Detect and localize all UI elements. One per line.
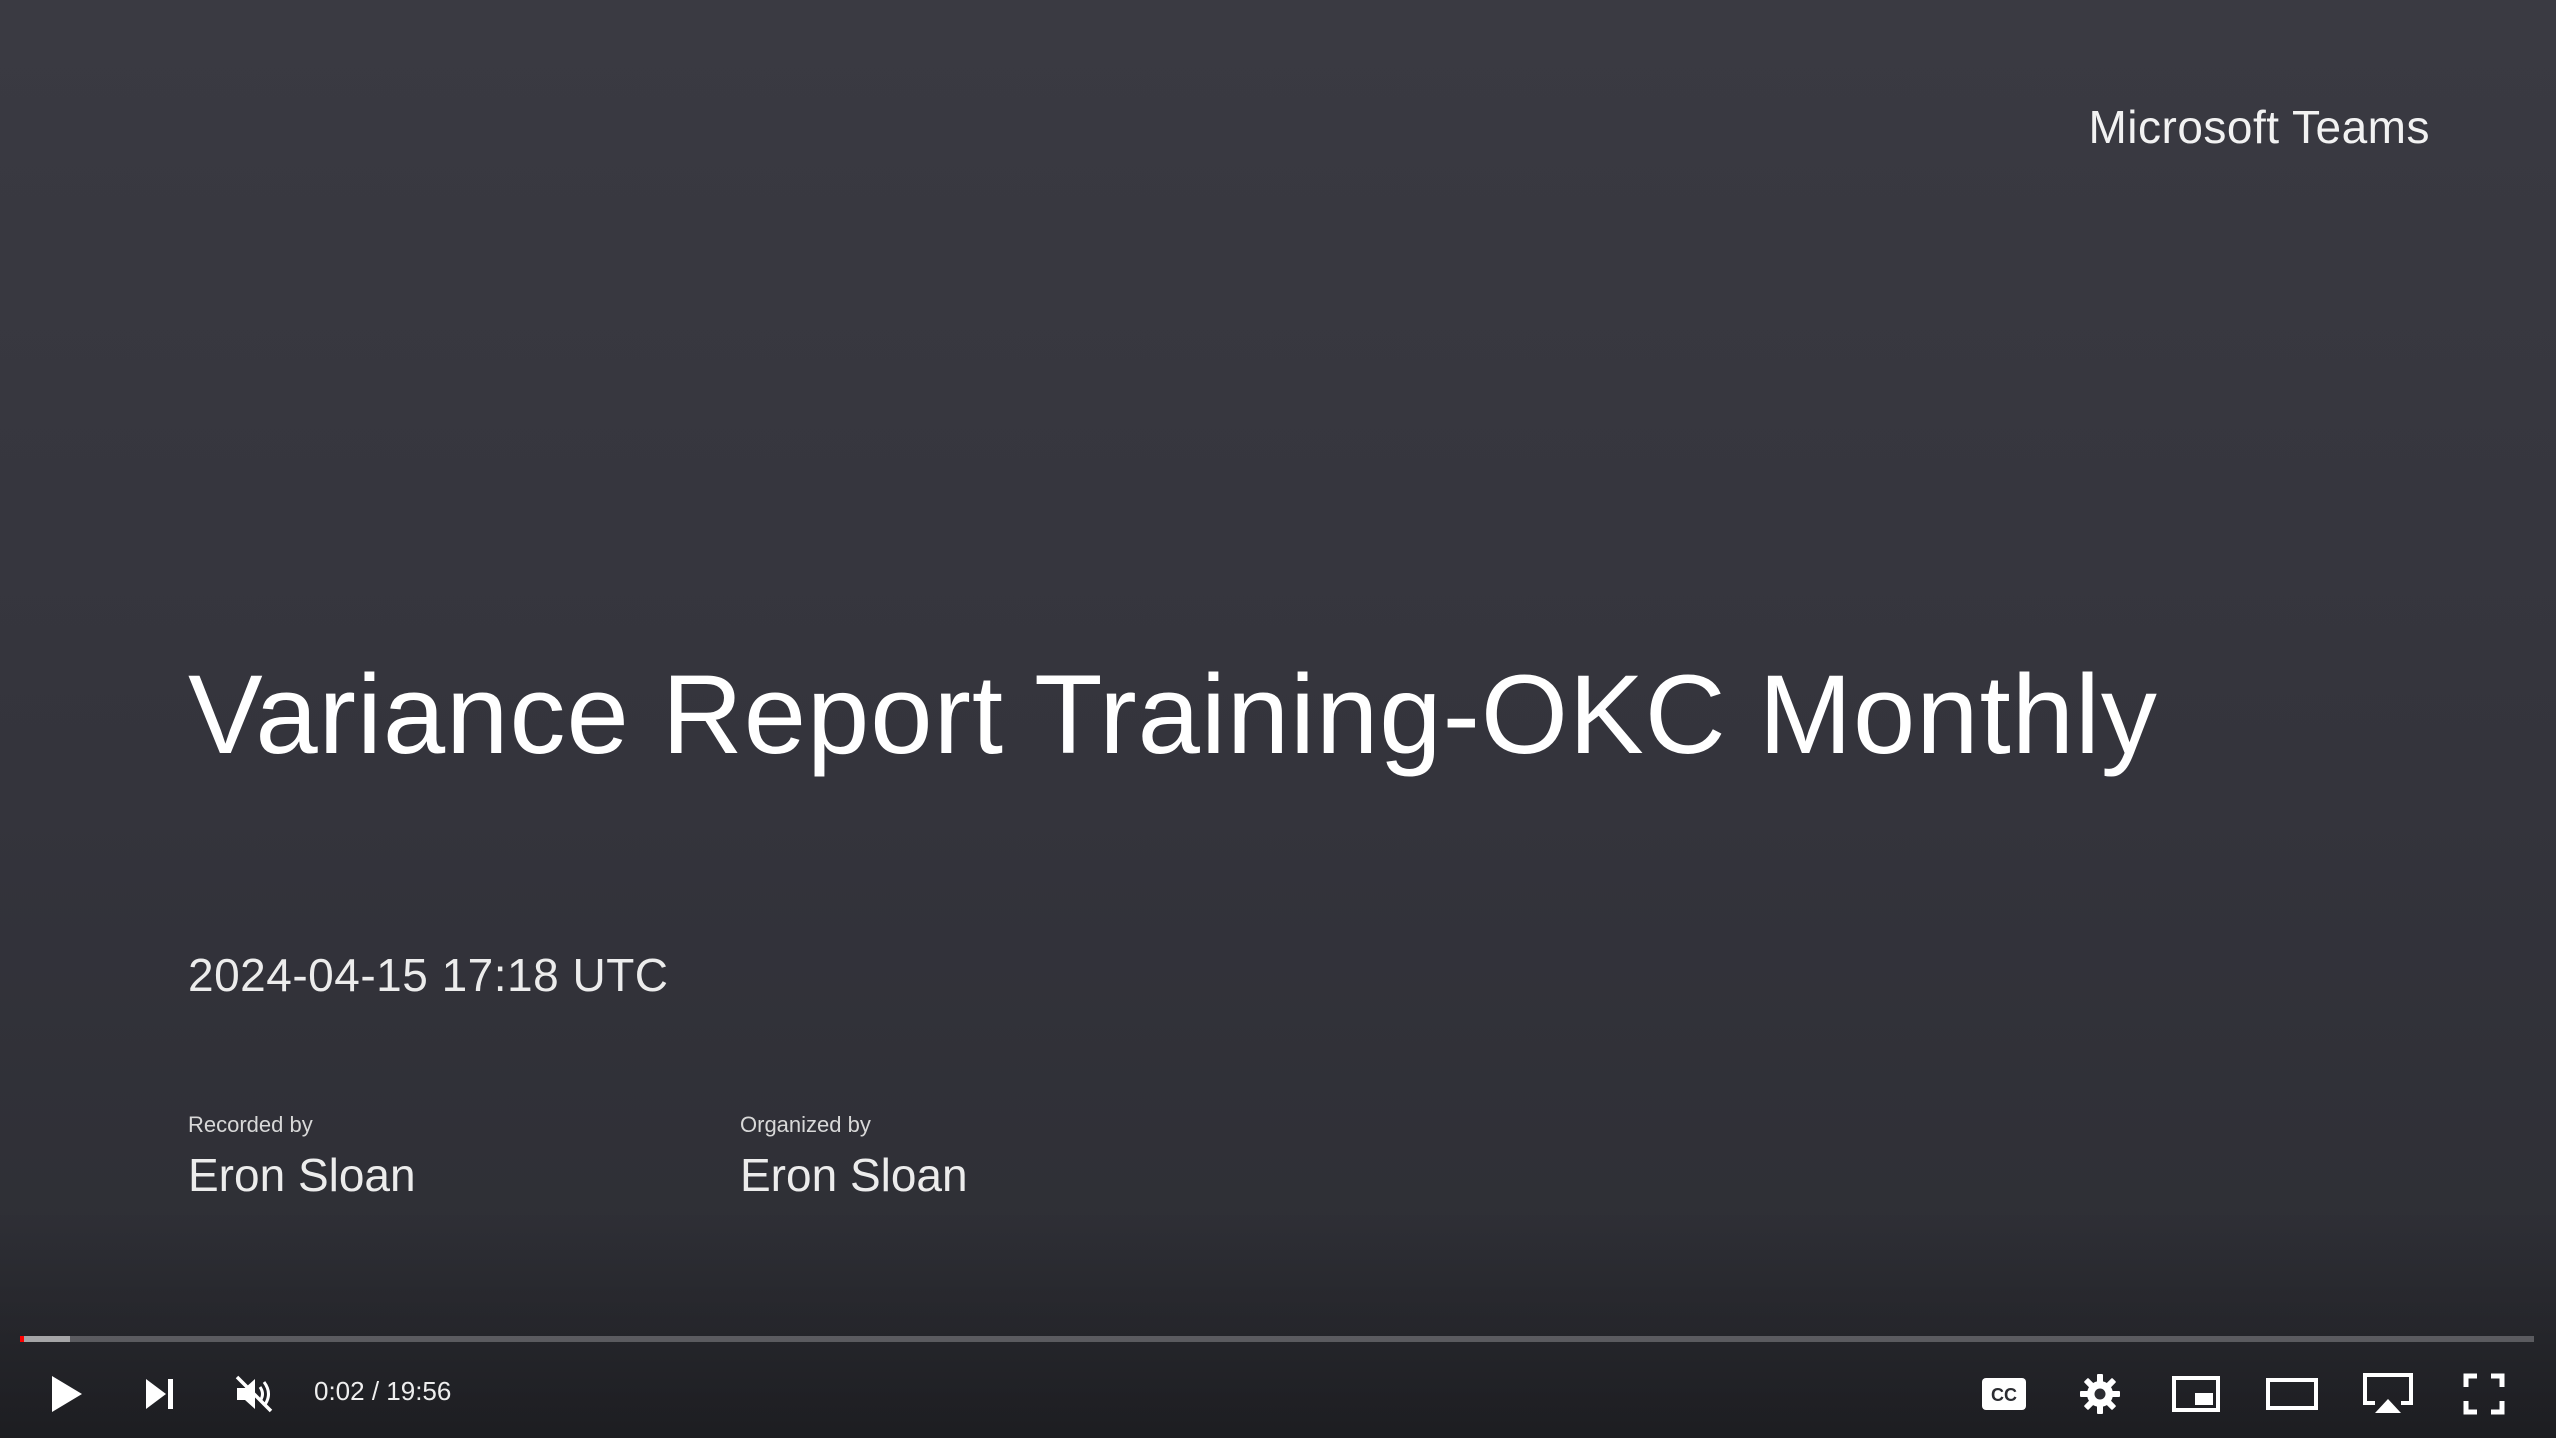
buffered-progress: [20, 1336, 71, 1342]
organized-by-name: Eron Sloan: [740, 1149, 968, 1201]
settings-button[interactable]: [2070, 1364, 2130, 1424]
current-time: 0:02: [314, 1376, 365, 1406]
time-separator: /: [364, 1376, 387, 1406]
played-progress: [20, 1336, 25, 1342]
cc-icon: CC: [1982, 1378, 2026, 1410]
miniplayer-icon: [2172, 1376, 2220, 1412]
theater-mode-icon: [2266, 1378, 2318, 1410]
next-button[interactable]: [130, 1364, 190, 1424]
video-player[interactable]: Microsoft Teams Variance Report Training…: [0, 0, 2556, 1438]
progress-bar[interactable]: [20, 1336, 2534, 1342]
recording-datetime: 2024-04-15 17:18 UTC: [188, 949, 669, 1001]
cast-button[interactable]: [2358, 1364, 2418, 1424]
organized-by-block: Organized by Eron Sloan: [740, 1112, 968, 1202]
fullscreen-button[interactable]: [2454, 1364, 2514, 1424]
recorded-by-name: Eron Sloan: [188, 1149, 416, 1201]
skip-next-icon: [146, 1379, 173, 1409]
time-display: 0:02 / 19:56: [314, 1376, 451, 1407]
organized-by-label: Organized by: [740, 1112, 871, 1137]
control-bar: 0:02 / 19:56 CC: [0, 1354, 2556, 1428]
play-button[interactable]: [36, 1364, 96, 1424]
captions-button[interactable]: CC: [1974, 1364, 2034, 1424]
duration: 19:56: [386, 1376, 452, 1406]
gear-icon: [2080, 1374, 2120, 1414]
theater-mode-button[interactable]: [2262, 1364, 2322, 1424]
recorded-by-block: Recorded by Eron Sloan: [188, 1112, 416, 1202]
airplay-icon: [2363, 1373, 2413, 1413]
brand-label: Microsoft Teams: [2088, 101, 2430, 153]
play-icon: [52, 1376, 82, 1412]
svg-text:CC: CC: [1991, 1385, 2017, 1405]
miniplayer-button[interactable]: [2166, 1364, 2226, 1424]
fullscreen-icon: [2463, 1373, 2505, 1415]
volume-muted-icon: [235, 1375, 273, 1413]
mute-button[interactable]: [224, 1364, 284, 1424]
recorded-by-label: Recorded by: [188, 1112, 313, 1137]
video-title: Variance Report Training-OKC Monthly: [188, 652, 2158, 777]
